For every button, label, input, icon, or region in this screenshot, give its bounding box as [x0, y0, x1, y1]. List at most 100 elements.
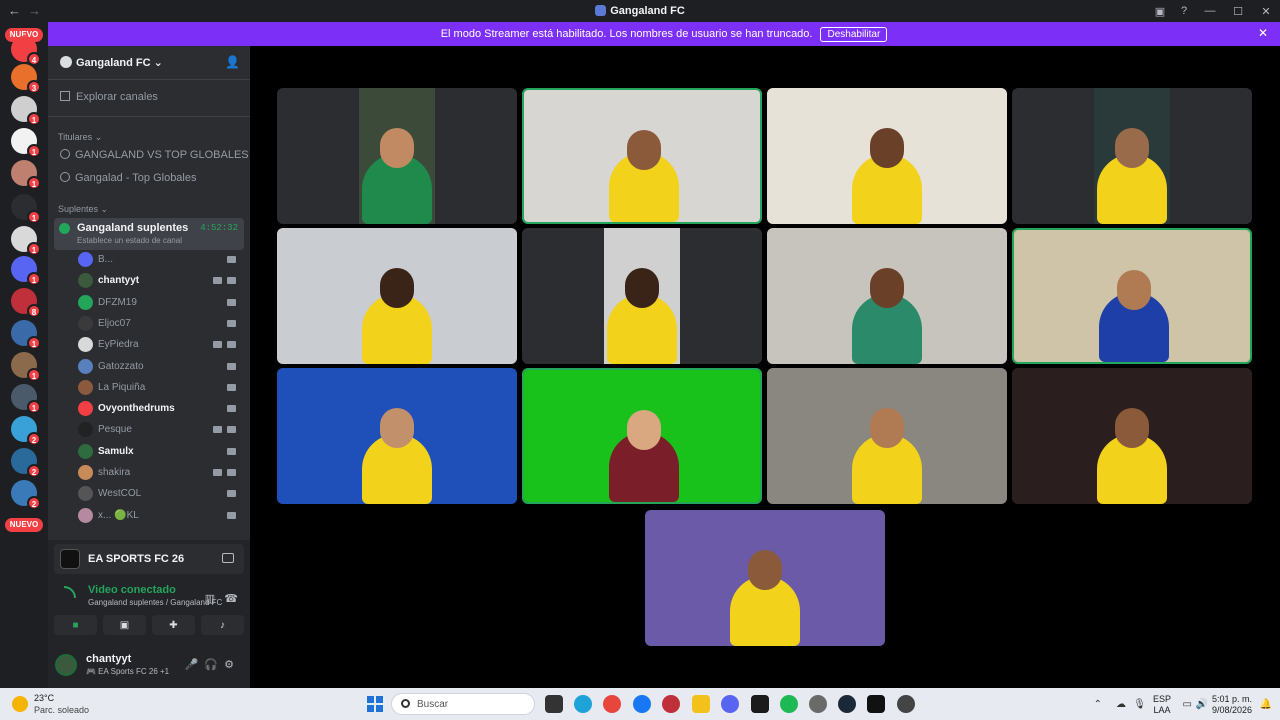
close-window-button[interactable]: ✕	[1252, 5, 1280, 18]
server-icon[interactable]: 1	[11, 384, 41, 414]
server-icon[interactable]: 1	[11, 320, 41, 350]
category-suplentes[interactable]: Suplentes ⌄	[58, 204, 108, 215]
server-icon[interactable]: 1	[11, 226, 41, 256]
video-tile[interactable]	[522, 368, 762, 504]
video-tile[interactable]	[767, 88, 1007, 224]
active-voice-channel[interactable]: Gangaland suplentes 4:52:32 Establece un…	[54, 218, 244, 250]
game-activity[interactable]: EA SPORTS FC 26	[54, 544, 244, 574]
voice-member[interactable]: Gatozzato	[78, 357, 244, 377]
voice-location[interactable]: Gangaland suplentes / Gangaland FC	[88, 598, 222, 607]
server-header[interactable]: Gangaland FC ⌄ 👤	[48, 46, 250, 78]
app-icon[interactable]	[751, 695, 769, 713]
voice-member[interactable]: Samulx	[78, 442, 244, 462]
voice-member[interactable]: shakira	[78, 463, 244, 483]
server-icon[interactable]: 1	[11, 352, 41, 382]
microphone-icon[interactable]: 🎤	[185, 659, 205, 671]
notification-icon[interactable]: 🔔	[1260, 699, 1272, 710]
edge-icon[interactable]	[574, 695, 592, 713]
taskbar-search[interactable]: Buscar	[391, 693, 535, 715]
soundboard-button[interactable]: ♪	[201, 615, 244, 635]
server-icon[interactable]: 2	[11, 448, 41, 478]
server-icon[interactable]: 1	[11, 194, 41, 224]
server-icon[interactable]: 1	[11, 128, 41, 158]
server-icon[interactable]: 2	[11, 480, 41, 510]
inbox-icon[interactable]: ▣	[1148, 5, 1172, 18]
server-icon[interactable]: 1	[11, 160, 41, 190]
input-language[interactable]: ESP LAA	[1152, 694, 1172, 716]
screen-share-button[interactable]: ▣	[103, 615, 146, 635]
monitor-icon[interactable]	[222, 553, 234, 563]
volume-icon[interactable]: 🔊	[1196, 699, 1208, 710]
voice-member[interactable]: WestCOL	[78, 484, 244, 504]
voice-member[interactable]: B...	[78, 250, 244, 270]
voice-member[interactable]: EyPiedra	[78, 335, 244, 355]
server-icon[interactable]: 8	[11, 288, 41, 318]
app-icon[interactable]	[897, 695, 915, 713]
speaker-icon	[59, 223, 70, 234]
video-tile[interactable]	[645, 510, 885, 646]
clock[interactable]: 5:01 p. m. 9/08/2026	[1212, 694, 1252, 716]
voice-member[interactable]: x... 🟢KL	[78, 506, 244, 526]
maximize-button[interactable]: ☐	[1224, 5, 1252, 18]
chrome-icon[interactable]	[603, 695, 621, 713]
minimize-button[interactable]: —	[1196, 5, 1224, 17]
voice-member[interactable]: Ovyonthedrums	[78, 399, 244, 419]
server-icon[interactable]: 2	[11, 416, 41, 446]
explore-channels[interactable]: Explorar canales	[60, 91, 158, 103]
discord-icon[interactable]: 1	[11, 256, 41, 286]
streamer-mode-banner: El modo Streamer está habilitado. Los no…	[48, 22, 1280, 46]
signal-icon	[64, 586, 76, 598]
video-tile[interactable]	[277, 228, 517, 364]
avatar[interactable]	[55, 654, 77, 676]
voice-channel[interactable]: Gangalad - Top Globales	[60, 172, 197, 184]
activities-button[interactable]: ✚	[152, 615, 195, 635]
network-icon[interactable]: ▭	[1183, 699, 1192, 710]
task-view-icon[interactable]	[545, 695, 563, 713]
video-tile[interactable]	[1012, 228, 1252, 364]
cloud-icon[interactable]: ☁	[1116, 699, 1126, 710]
username[interactable]: chantyyt	[86, 653, 131, 665]
server-icon[interactable]: 4	[11, 36, 41, 66]
video-tile[interactable]	[767, 368, 1007, 504]
voice-channel[interactable]: GANGALAND VS TOP GLOBALES	[60, 149, 249, 161]
video-tile[interactable]	[277, 368, 517, 504]
camera-button[interactable]: ■	[54, 615, 97, 635]
facebook-icon[interactable]	[633, 695, 651, 713]
voice-member[interactable]: DFZM19	[78, 293, 244, 313]
windows-logo-icon	[367, 705, 374, 712]
chevron-up-icon[interactable]: ⌃	[1094, 699, 1102, 710]
video-tile[interactable]	[522, 228, 762, 364]
invite-icon[interactable]: 👤	[225, 55, 240, 69]
voice-status[interactable]: Video conectado	[88, 584, 222, 596]
app-icon[interactable]	[662, 695, 680, 713]
video-tile[interactable]	[1012, 368, 1252, 504]
app-icon[interactable]	[809, 695, 827, 713]
disable-streamer-button[interactable]: Deshabilitar	[820, 26, 888, 42]
category-titulares[interactable]: Titulares ⌄	[58, 132, 102, 143]
file-explorer-icon[interactable]	[692, 695, 710, 713]
spotify-icon[interactable]	[780, 695, 798, 713]
start-button[interactable]	[367, 696, 383, 712]
microphone-icon[interactable]: 🎙	[1133, 699, 1146, 710]
video-tile[interactable]	[277, 88, 517, 224]
steam-icon[interactable]	[838, 695, 856, 713]
video-tile[interactable]	[767, 228, 1007, 364]
voice-member[interactable]: chantyyt	[78, 271, 244, 291]
voice-member[interactable]: La Piquiña	[78, 378, 244, 398]
gear-icon[interactable]: ⚙	[224, 659, 240, 671]
ea-icon[interactable]	[867, 695, 885, 713]
voice-member[interactable]: Pesque	[78, 420, 244, 440]
discord-icon[interactable]	[721, 695, 739, 713]
headphones-icon[interactable]: 🎧	[204, 659, 224, 671]
help-icon[interactable]: ?	[1172, 5, 1196, 17]
server-icon[interactable]: 3	[11, 64, 41, 94]
soundboard-icon[interactable]: ▥	[205, 593, 215, 605]
video-tile[interactable]	[1012, 88, 1252, 224]
voice-member[interactable]: Eljoc07	[78, 314, 244, 334]
close-icon[interactable]: ✕	[1258, 26, 1268, 40]
video-tile[interactable]	[522, 88, 762, 224]
channel-status[interactable]: Establece un estado de canal	[77, 236, 182, 245]
disconnect-icon[interactable]: ☎	[224, 593, 238, 605]
screen-share-icon	[213, 277, 222, 285]
server-icon[interactable]: 1	[11, 96, 41, 126]
